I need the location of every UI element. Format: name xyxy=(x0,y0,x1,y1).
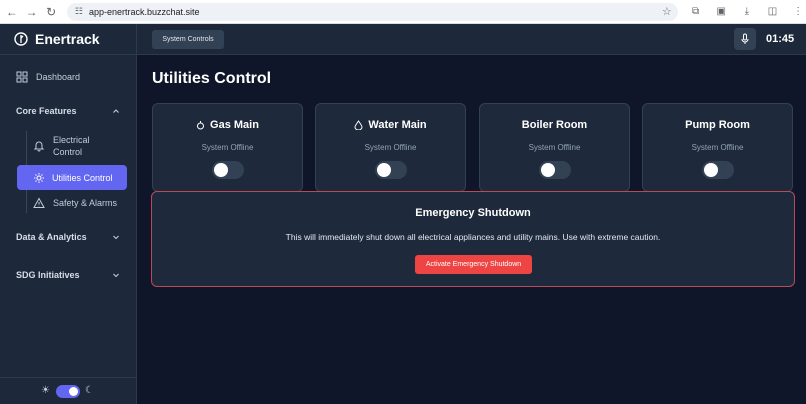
sidebar: Enertrack Dashboard Core Features Electr… xyxy=(0,24,137,404)
microphone-icon xyxy=(741,33,749,44)
toggle-knob xyxy=(214,163,228,177)
sidebar-item-label: Dashboard xyxy=(36,72,81,82)
leaf-logo-icon xyxy=(14,32,28,46)
warning-icon xyxy=(33,197,45,208)
utility-card-pump-room: Pump Room System Offline xyxy=(642,103,793,192)
download-icon[interactable]: ⤓ xyxy=(739,4,755,20)
card-status: System Offline xyxy=(364,143,417,152)
gear-icon xyxy=(34,172,44,183)
page-title: Utilities Control xyxy=(152,70,272,87)
site-settings-icon[interactable]: ☷ xyxy=(73,6,85,18)
label-line-1: Electrical xyxy=(53,135,90,145)
emergency-description: This will immediately shut down all elec… xyxy=(285,232,661,242)
chevron-down-icon xyxy=(113,273,119,278)
sidebar-item-label: Utilities Control xyxy=(52,172,113,183)
moon-icon: ☾ xyxy=(85,385,94,396)
card-title: Gas Main xyxy=(153,119,302,131)
forward-icon[interactable]: → xyxy=(24,4,40,20)
extensions-icon[interactable]: ⧉ xyxy=(688,4,704,20)
grid-icon xyxy=(16,71,28,83)
chevron-up-icon xyxy=(113,109,119,113)
sidebar-item-dashboard[interactable]: Dashboard xyxy=(16,71,80,83)
sidebar-item-electrical-control[interactable]: Electrical Control xyxy=(33,134,90,158)
theme-switcher: ☀ ☾ xyxy=(0,377,136,404)
address-bar[interactable]: ☷ app-enertrack.buzzchat.site ☆ xyxy=(66,2,678,21)
water-main-toggle[interactable] xyxy=(375,161,407,179)
card-title-text: Water Main xyxy=(368,119,427,131)
card-title-text: Pump Room xyxy=(685,119,750,131)
card-title-text: Gas Main xyxy=(210,119,259,131)
app-logo[interactable]: Enertrack xyxy=(0,24,136,55)
gas-main-toggle[interactable] xyxy=(212,161,244,179)
water-drop-icon xyxy=(354,120,363,130)
bell-icon xyxy=(33,141,45,152)
back-icon[interactable]: ← xyxy=(4,4,20,20)
toggle-knob xyxy=(704,163,718,177)
menu-dots-icon[interactable]: ⋮ xyxy=(790,4,806,20)
gas-icon xyxy=(197,121,205,130)
card-title: Pump Room xyxy=(643,119,792,131)
section-sdg-initiatives[interactable]: SDG Initiatives xyxy=(16,270,120,280)
split-view-icon[interactable]: ◫ xyxy=(765,4,781,20)
emergency-title: Emergency Shutdown xyxy=(415,207,531,219)
card-status: System Offline xyxy=(201,143,254,152)
theme-toggle[interactable] xyxy=(56,384,80,398)
sun-icon: ☀ xyxy=(41,385,50,396)
label-line-2: Control xyxy=(53,147,83,157)
section-core-features[interactable]: Core Features xyxy=(16,106,120,116)
section-label: SDG Initiatives xyxy=(16,270,80,280)
toggle-knob xyxy=(69,386,78,396)
sidebar-item-safety-alarms[interactable]: Safety & Alarms xyxy=(33,197,117,209)
reload-icon[interactable]: ↻ xyxy=(43,4,59,20)
emergency-shutdown-panel: Emergency Shutdown This will immediately… xyxy=(151,191,795,287)
sidebar-item-label: Safety & Alarms xyxy=(53,198,118,208)
card-status: System Offline xyxy=(528,143,581,152)
toggle-knob xyxy=(377,163,391,177)
bookmark-star-icon[interactable]: ☆ xyxy=(662,5,672,18)
browser-toolbar: ← → ↻ ☷ app-enertrack.buzzchat.site ☆ ⧉ … xyxy=(0,0,806,24)
utility-card-boiler-room: Boiler Room System Offline xyxy=(479,103,630,192)
top-header: System Controls 01:45 xyxy=(137,24,806,55)
card-title: Boiler Room xyxy=(480,119,629,131)
sidebar-item-label: Electrical Control xyxy=(53,134,90,158)
url-text: app-enertrack.buzzchat.site xyxy=(88,6,200,17)
card-title: Water Main xyxy=(316,119,465,131)
sidebar-item-utilities-control[interactable]: Utilities Control xyxy=(17,165,127,190)
utility-card-water-main: Water Main System Offline xyxy=(315,103,466,192)
card-status: System Offline xyxy=(691,143,744,152)
clock-time: 01:45 xyxy=(766,33,795,45)
system-controls-button[interactable]: System Controls xyxy=(152,30,224,49)
section-label: Core Features xyxy=(16,106,77,116)
toggle-knob xyxy=(541,163,555,177)
card-title-text: Boiler Room xyxy=(521,119,588,131)
reading-mode-icon[interactable]: ▣ xyxy=(713,4,729,20)
boiler-room-toggle[interactable] xyxy=(539,161,571,179)
section-data-analytics[interactable]: Data & Analytics xyxy=(16,232,120,242)
chevron-down-icon xyxy=(113,235,119,240)
app-name: Enertrack xyxy=(35,31,100,47)
utility-card-gas-main: Gas Main System Offline xyxy=(152,103,303,192)
activate-emergency-shutdown-button[interactable]: Activate Emergency Shutdown xyxy=(415,255,532,274)
microphone-button[interactable] xyxy=(734,28,756,50)
section-label: Data & Analytics xyxy=(16,232,87,242)
pump-room-toggle[interactable] xyxy=(702,161,734,179)
